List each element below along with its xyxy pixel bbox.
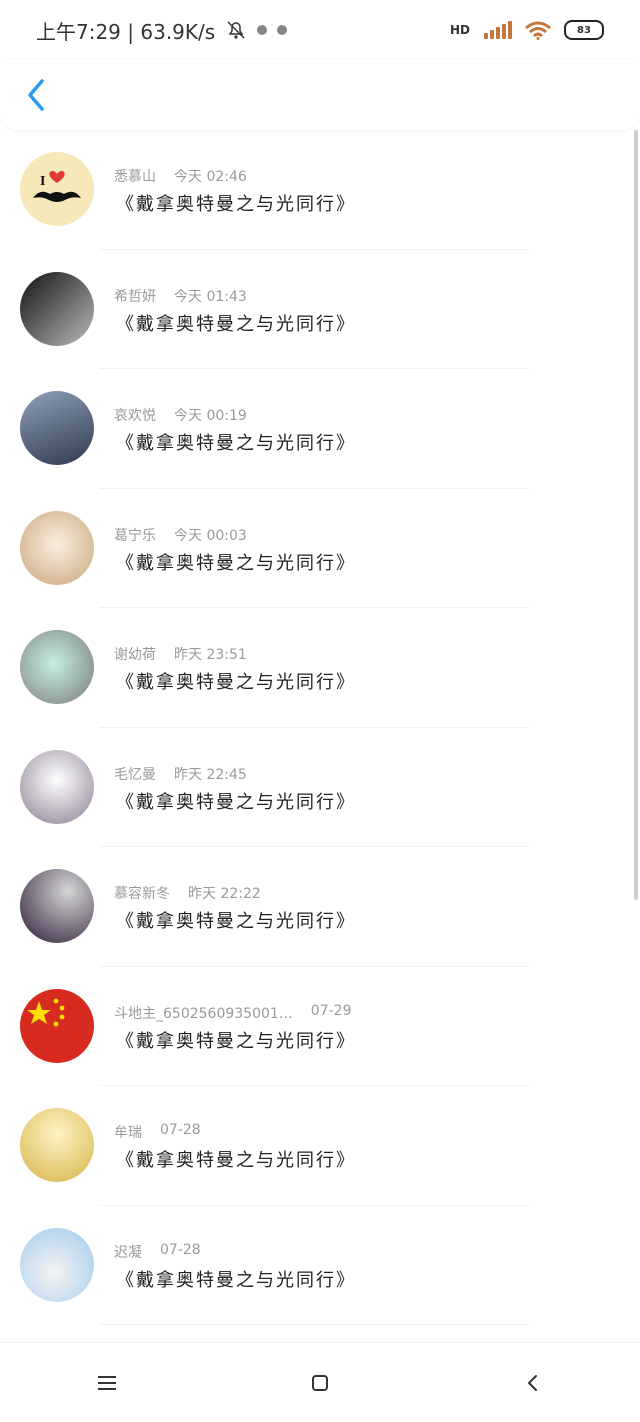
status-time-speed: 上午7:29 | 63.9K/s — [36, 19, 216, 44]
status-bar: 上午7:29 | 63.9K/s HD 83 — [0, 0, 640, 60]
list-item-name: 葛宁乐 — [114, 527, 156, 544]
notification-dot-icon-2 — [277, 25, 288, 35]
list-item[interactable]: 斗地主_6502560935001… 07-29 《戴拿奥特曼之与光同行》 — [0, 967, 640, 1087]
list-item-name: 慕容新冬 — [114, 886, 170, 902]
list-item-meta: 牟瑞 07-28 — [114, 1122, 201, 1142]
home-button[interactable] — [290, 1353, 350, 1413]
hd-label: HD — [449, 23, 470, 37]
list-item-name: 悉慕山 — [114, 169, 156, 185]
avatar — [20, 510, 94, 585]
status-left: 上午7:29 | 63.9K/s — [36, 16, 288, 45]
list-item-time: 昨天 23:51 — [174, 647, 247, 663]
list-item-meta: 希哲妍 今天 01:43 — [114, 286, 247, 306]
avatar — [20, 271, 94, 346]
list-item-name: 迟凝 — [114, 1244, 142, 1261]
bottom-nav — [0, 1342, 640, 1422]
list-item-name: 哀欢悦 — [114, 408, 156, 424]
list-item-time: 昨天 22:45 — [174, 766, 247, 783]
list-item-message: 《戴拿奥特曼之与光同行》 — [116, 194, 356, 215]
list-item-time: 今天 02:46 — [174, 169, 247, 185]
mustache-heart-icon: I — [33, 170, 81, 202]
list-item-time: 今天 00:19 — [174, 408, 247, 424]
avatar — [20, 1108, 94, 1182]
list-item[interactable]: 毛忆曼 昨天 22:45 《戴拿奥特曼之与光同行》 — [0, 728, 640, 848]
list-item-message: 《戴拿奥特曼之与光同行》 — [116, 911, 356, 932]
list-item-meta: 哀欢悦 今天 00:19 — [114, 405, 247, 425]
list-item-time: 昨天 22:22 — [188, 886, 261, 902]
list-item-message: 《戴拿奥特曼之与光同行》 — [116, 1150, 356, 1171]
list-item[interactable]: 牟瑞 07-28 《戴拿奥特曼之与光同行》 — [0, 1086, 640, 1206]
list-item-name: 谢幼荷 — [114, 647, 156, 663]
avatar — [20, 869, 94, 943]
list-item-message: 《戴拿奥特曼之与光同行》 — [116, 433, 356, 454]
list-item-message: 《戴拿奥特曼之与光同行》 — [116, 552, 356, 574]
list-item[interactable]: 葛宁乐 今天 00:03 《戴拿奥特曼之与光同行》 — [0, 489, 640, 609]
svg-text:I: I — [40, 174, 45, 189]
list-item[interactable]: 哀欢悦 今天 00:19 《戴拿奥特曼之与光同行》 — [0, 369, 640, 489]
menu-icon — [97, 1375, 116, 1390]
avatar — [20, 749, 94, 824]
list-item[interactable]: 慕容新冬 昨天 22:22 《戴拿奥特曼之与光同行》 — [0, 847, 640, 967]
list-item[interactable]: 希哲妍 今天 01:43 《戴拿奥特曼之与光同行》 — [0, 250, 640, 370]
battery-icon: 83 — [564, 20, 604, 40]
back-nav-button[interactable] — [503, 1353, 563, 1413]
battery-level: 83 — [577, 24, 591, 36]
list-item-time: 今天 01:43 — [174, 288, 247, 305]
notification-dot-icon — [257, 25, 268, 35]
list-item-message: 《戴拿奥特曼之与光同行》 — [116, 313, 356, 335]
chevron-left-icon — [28, 79, 44, 111]
list-item-name: 希哲妍 — [114, 288, 156, 305]
back-button[interactable] — [26, 75, 66, 115]
list-item-meta: 斗地主_6502560935001… 07-29 — [114, 1003, 351, 1023]
list-item-meta: 毛忆曼 昨天 22:45 — [114, 764, 247, 784]
avatar — [20, 391, 94, 465]
list-item-message: 《戴拿奥特曼之与光同行》 — [116, 672, 356, 693]
back-icon — [528, 1374, 538, 1391]
list-item-time: 07-29 — [310, 1002, 352, 1019]
list-item-meta: 迟凝 07-28 — [114, 1242, 201, 1262]
list-item-name: 牟瑞 — [114, 1125, 142, 1141]
wifi-icon — [525, 21, 551, 40]
user-list: I 悉慕山 今天 02:46 《戴拿奥特曼之与光同行》 希哲妍 今天 01:43… — [0, 130, 640, 1325]
avatar: I — [20, 152, 94, 226]
list-item-meta: 葛宁乐 今天 00:03 — [114, 525, 247, 545]
mute-bell-icon — [227, 21, 245, 39]
list-item[interactable]: 迟凝 07-28 《戴拿奥特曼之与光同行》 — [0, 1206, 640, 1326]
list-item-time: 今天 00:03 — [174, 527, 247, 544]
list-item-message: 《戴拿奥特曼之与光同行》 — [116, 1269, 356, 1291]
list-item[interactable]: 谢幼荷 昨天 23:51 《戴拿奥特曼之与光同行》 — [0, 608, 640, 728]
list-item-name: 斗地主_6502560935001… — [114, 1005, 293, 1022]
list-item-name: 毛忆曼 — [114, 766, 156, 783]
list-item-meta: 悉慕山 今天 02:46 — [114, 166, 247, 186]
china-flag-icon — [27, 998, 65, 1026]
avatar — [20, 988, 94, 1063]
scrollbar[interactable] — [634, 130, 638, 900]
list-item[interactable]: I 悉慕山 今天 02:46 《戴拿奥特曼之与光同行》 — [0, 130, 640, 250]
signal-icon — [484, 21, 512, 39]
list-item-message: 《戴拿奥特曼之与光同行》 — [116, 791, 356, 813]
menu-button[interactable] — [77, 1353, 137, 1413]
home-icon — [311, 1374, 328, 1391]
header — [0, 60, 640, 130]
avatar — [20, 1227, 94, 1302]
avatar — [20, 630, 94, 704]
list-item-meta: 慕容新冬 昨天 22:22 — [114, 883, 261, 903]
status-right: HD 83 — [450, 20, 604, 40]
list-item-time: 07-28 — [160, 1122, 201, 1138]
list-item-time: 07-28 — [160, 1241, 201, 1258]
list-item-meta: 谢幼荷 昨天 23:51 — [114, 644, 247, 664]
list-item-message: 《戴拿奥特曼之与光同行》 — [116, 1030, 356, 1052]
